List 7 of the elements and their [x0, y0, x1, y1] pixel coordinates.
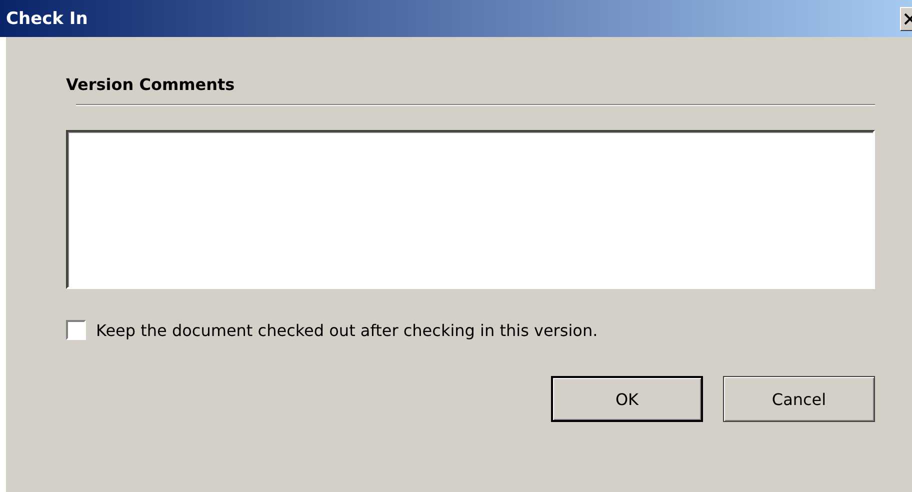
ok-button[interactable]: OK [551, 376, 703, 422]
comments-field[interactable] [66, 130, 875, 289]
section-heading: Version Comments [66, 75, 236, 94]
checkbox-label: Keep the document checked out after checking in this version. [96, 320, 598, 340]
cancel-button[interactable]: Cancel [723, 376, 875, 422]
window-title: Check In [5, 8, 88, 28]
checkbox[interactable] [66, 320, 86, 340]
